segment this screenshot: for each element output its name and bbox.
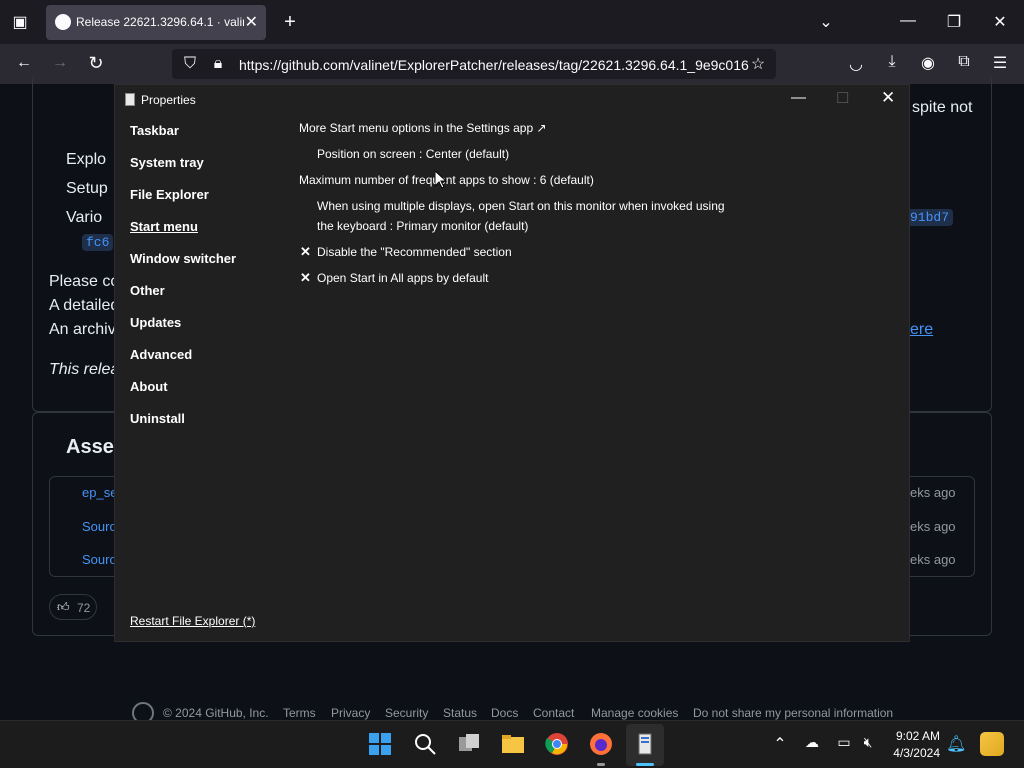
download-icon[interactable]: ⤓ xyxy=(882,53,902,71)
tab-title: Release 22621.3296.64.1 · valinet xyxy=(76,15,244,29)
footer-link-terms[interactable]: Terms xyxy=(283,706,316,720)
more-start-options-link[interactable]: More Start menu options in the Settings … xyxy=(299,121,547,135)
maximize-icon[interactable]: ☐ xyxy=(836,89,849,107)
account-icon[interactable]: ◉ xyxy=(918,53,938,73)
network-icon[interactable]: ▭ xyxy=(834,734,854,751)
paragraph-text: An archiv xyxy=(49,321,116,338)
clock-time[interactable]: 9:02 AM xyxy=(878,729,940,743)
file-explorer-icon[interactable] xyxy=(501,732,525,756)
sidebar-item-uninstall[interactable]: Uninstall xyxy=(130,411,185,426)
footer-link-contact[interactable]: Contact xyxy=(533,706,574,720)
footer-link-docs[interactable]: Docs xyxy=(491,706,518,720)
asset-time: eks ago xyxy=(910,519,956,534)
restart-file-explorer-link[interactable]: Restart File Explorer (*) xyxy=(130,614,255,628)
minimize-icon[interactable]: — xyxy=(898,12,918,30)
sidebar-item-window-switcher[interactable]: Window switcher xyxy=(130,251,236,266)
asset-time: eks ago xyxy=(910,485,956,500)
sidebar-item-taskbar[interactable]: Taskbar xyxy=(130,123,179,138)
shield-icon[interactable]: ⛉ xyxy=(182,55,198,73)
position-on-screen-option[interactable]: Position on screen : Center (default) xyxy=(317,147,509,161)
sidebar-item-file-explorer[interactable]: File Explorer xyxy=(130,187,209,202)
multi-display-option-line2[interactable]: the keyboard : Primary monitor (default) xyxy=(317,219,528,233)
task-view-icon[interactable] xyxy=(457,732,481,756)
url-text[interactable]: https://github.com/valinet/ExplorerPatch… xyxy=(239,57,749,73)
footer-link-manage-cookies[interactable]: Manage cookies xyxy=(591,706,678,720)
browser-tab[interactable]: Release 22621.3296.64.1 · valinet ✕ xyxy=(46,5,266,40)
lock-icon[interactable]: 🔒︎ xyxy=(210,55,226,73)
onedrive-icon[interactable]: ☁ xyxy=(802,734,822,751)
disable-recommended-option[interactable]: Disable the "Recommended" section xyxy=(317,245,512,259)
window-title: Properties xyxy=(141,93,196,107)
properties-app-icon[interactable] xyxy=(633,732,657,756)
back-icon[interactable]: ← xyxy=(14,54,34,72)
chrome-icon[interactable] xyxy=(545,732,569,756)
bullet-text: Vario xyxy=(66,209,103,226)
bullet-text: Explo xyxy=(66,151,107,168)
active-indicator xyxy=(636,763,654,766)
assets-heading[interactable]: Asset xyxy=(66,436,120,459)
footer-link-do-not-share[interactable]: Do not share my personal information xyxy=(693,706,893,720)
sidebar-item-about[interactable]: About xyxy=(130,379,168,394)
menu-icon[interactable]: ☰ xyxy=(990,53,1010,73)
browser-tab-bar: ▣ Release 22621.3296.64.1 · valinet ✕ + … xyxy=(0,0,1024,44)
commit-link[interactable]: 91bd7 xyxy=(906,209,954,226)
footer-link-security[interactable]: Security xyxy=(385,706,428,720)
list-all-tabs-icon[interactable]: ▣ xyxy=(10,12,30,32)
chevron-down-icon[interactable]: ⌄ xyxy=(816,12,836,32)
footer-link-status[interactable]: Status xyxy=(443,706,477,720)
copyright-text: © 2024 GitHub, Inc. xyxy=(163,706,269,720)
minimize-icon[interactable]: — xyxy=(791,89,806,106)
asset-link[interactable]: ep_se xyxy=(82,485,117,500)
github-favicon-icon xyxy=(55,14,71,30)
despite-text: spite not xyxy=(912,99,973,116)
windows-taskbar: ⌃ ☁ ▭ 🔇︎ 9:02 AM 4/3/2024 🔔︎ xyxy=(0,720,1024,768)
close-icon[interactable]: ✕ xyxy=(990,12,1010,32)
extensions-icon[interactable]: ⧉ xyxy=(954,53,974,71)
windows-start-icon[interactable] xyxy=(368,732,392,756)
copilot-preview-icon[interactable] xyxy=(980,732,1004,756)
thumbs-up-icon: 👍︎ xyxy=(57,600,70,614)
mouse-cursor-icon xyxy=(435,171,447,189)
sidebar-item-system-tray[interactable]: System tray xyxy=(130,155,204,170)
asset-link[interactable]: Sourc xyxy=(82,552,116,567)
sidebar-item-start-menu[interactable]: Start menu xyxy=(130,219,198,234)
reaction-button[interactable]: 👍︎ 72 xyxy=(49,594,97,620)
close-icon[interactable]: ✕ xyxy=(881,88,895,108)
sidebar-item-advanced[interactable]: Advanced xyxy=(130,347,192,362)
reload-icon[interactable]: ↻ xyxy=(86,53,106,74)
pocket-icon[interactable]: ◡ xyxy=(846,54,866,74)
firefox-icon[interactable] xyxy=(589,732,613,756)
multi-display-option[interactable]: When using multiple displays, open Start… xyxy=(317,199,725,213)
clock-date[interactable]: 4/3/2024 xyxy=(878,746,940,760)
chevron-up-icon[interactable]: ⌃ xyxy=(770,734,790,754)
bookmark-star-icon[interactable]: ☆ xyxy=(750,54,766,74)
forward-icon[interactable]: → xyxy=(50,54,70,72)
running-indicator xyxy=(597,763,605,766)
paragraph-text: A detailed xyxy=(49,297,120,314)
maximize-icon[interactable]: ❐ xyxy=(944,12,964,32)
italic-note: This relea xyxy=(49,361,120,378)
paragraph-text: Please co xyxy=(49,273,120,290)
volume-icon[interactable]: 🔇︎ xyxy=(858,734,878,751)
search-icon[interactable] xyxy=(413,732,437,756)
here-link[interactable]: ere xyxy=(910,321,933,339)
sidebar-item-updates[interactable]: Updates xyxy=(130,315,181,330)
plus-icon[interactable]: + xyxy=(280,11,300,34)
sidebar-item-other[interactable]: Other xyxy=(130,283,165,298)
footer-link-privacy[interactable]: Privacy xyxy=(331,706,370,720)
check-x-icon[interactable]: ✕ xyxy=(300,244,311,260)
bullet-text: Setup xyxy=(66,180,108,197)
open-all-apps-option[interactable]: Open Start in All apps by default xyxy=(317,271,488,285)
commit-link[interactable]: fc6 xyxy=(82,234,114,251)
properties-app-icon xyxy=(125,93,135,106)
properties-window: Properties — ☐ ✕ Taskbar System tray Fil… xyxy=(114,84,910,642)
notification-bell-icon[interactable]: 🔔︎ xyxy=(946,734,966,754)
reaction-count: 72 xyxy=(77,601,91,615)
close-tab-icon[interactable]: ✕ xyxy=(245,12,258,32)
asset-link[interactable]: Sourc xyxy=(82,519,116,534)
asset-time: eks ago xyxy=(910,552,956,567)
check-x-icon[interactable]: ✕ xyxy=(300,270,311,286)
